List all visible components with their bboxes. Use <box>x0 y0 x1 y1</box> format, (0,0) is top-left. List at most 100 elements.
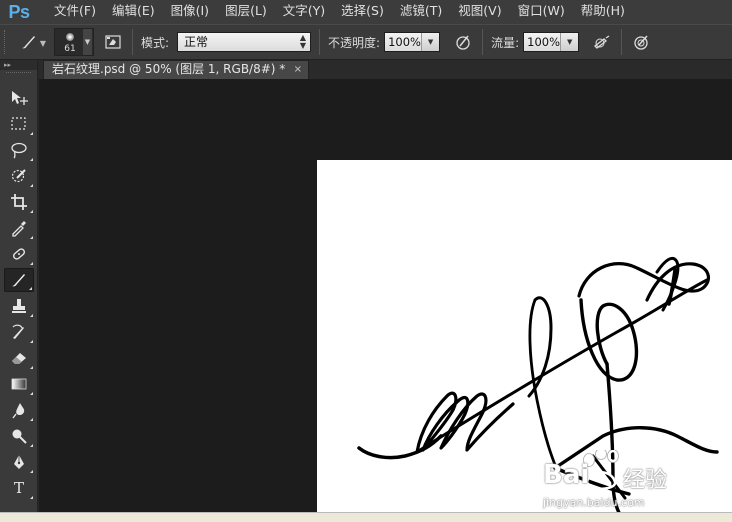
chevron-down-icon[interactable]: ▼ <box>560 33 579 51</box>
lasso-tool[interactable] <box>4 138 34 162</box>
menu-edit[interactable]: 编辑(E) <box>104 0 163 24</box>
opacity-label: 不透明度: <box>328 35 381 50</box>
submenu-indicator <box>30 132 33 135</box>
watermark-brand: Bai <box>543 460 590 490</box>
marquee-tool[interactable] <box>4 112 34 136</box>
chevron-down-icon[interactable]: ▼ <box>421 33 440 51</box>
menu-items: 文件(F) 编辑(E) 图像(I) 图层(L) 文字(Y) 选择(S) 滤镜(T… <box>46 0 633 24</box>
menu-filter[interactable]: 滤镜(T) <box>392 0 450 24</box>
airbrush-button[interactable] <box>591 31 613 53</box>
separator <box>482 29 484 55</box>
menu-help[interactable]: 帮助(H) <box>573 0 633 24</box>
blend-mode-value: 正常 <box>184 35 209 49</box>
brush-tip-icon <box>66 33 74 41</box>
gradient-icon <box>11 378 27 390</box>
tools-panel: ▸▸ T <box>0 60 38 512</box>
brush-panel-icon <box>105 35 121 49</box>
submenu-indicator <box>30 496 33 499</box>
pen-icon <box>14 455 24 469</box>
close-icon[interactable]: × <box>294 61 302 78</box>
submenu-indicator <box>30 444 33 447</box>
pressure-opacity-button[interactable] <box>452 31 474 53</box>
tool-preset-picker[interactable]: ▼ <box>12 29 46 55</box>
crop-tool[interactable] <box>4 190 34 214</box>
collapse-arrows-icon[interactable]: ▸▸ <box>0 60 37 70</box>
menu-bar: Ps 文件(F) 编辑(E) 图像(I) 图层(L) 文字(Y) 选择(S) 滤… <box>0 0 732 24</box>
menu-select[interactable]: 选择(S) <box>333 0 392 24</box>
blend-mode-select[interactable]: 正常 ▲ ▼ <box>177 32 312 52</box>
pressure-size-icon <box>634 35 648 50</box>
submenu-indicator <box>30 418 33 421</box>
submenu-indicator <box>30 314 33 317</box>
submenu-indicator <box>30 366 33 369</box>
gradient-tool[interactable] <box>4 372 34 396</box>
quick-selection-tool[interactable] <box>4 164 34 188</box>
separator <box>621 29 623 55</box>
bandage-icon <box>13 248 25 260</box>
brush-panel-toggle-button[interactable] <box>102 31 124 53</box>
chevron-down-icon: ▼ <box>83 29 92 55</box>
pen-tool[interactable] <box>4 450 34 474</box>
document-canvas[interactable]: Bai 经验 jingyan.baidu.com <box>317 160 732 512</box>
watermark-brand-suffix: 经验 <box>623 468 668 493</box>
menu-image[interactable]: 图像(I) <box>163 0 217 24</box>
history-brush-icon <box>12 324 24 339</box>
separator <box>319 29 321 55</box>
options-bar-grip[interactable] <box>4 30 12 54</box>
menu-type[interactable]: 文字(Y) <box>275 0 333 24</box>
tools-panel-grip[interactable] <box>6 72 31 78</box>
document-tab-bar: 岩石纹理.psd @ 50% (图层 1, RGB/8#) * × <box>39 60 732 79</box>
menu-layer[interactable]: 图层(L) <box>217 0 275 24</box>
lasso-icon <box>11 142 27 159</box>
quick-selection-icon <box>11 169 26 183</box>
eyedropper-icon <box>12 221 26 237</box>
brush-icon <box>12 274 25 287</box>
options-bar: ▼ 61 ▼ 模式: 正常 ▲ ▼ 不透明度: 100% ▼ 流量: 100% ▼ <box>0 24 732 60</box>
menu-window[interactable]: 窗口(W) <box>510 0 573 24</box>
flow-label: 流量: <box>491 35 520 50</box>
document-title: 岩石纹理.psd @ 50% (图层 1, RGB/8#) * <box>52 62 286 76</box>
clone-stamp-tool[interactable] <box>4 294 34 318</box>
watermark-url: jingyan.baidu.com <box>543 496 645 509</box>
submenu-indicator <box>30 158 33 161</box>
brush-icon <box>22 36 35 49</box>
airbrush-icon <box>594 35 610 49</box>
eraser-tool[interactable] <box>4 346 34 370</box>
baidu-watermark: Bai 经验 jingyan.baidu.com <box>537 450 732 512</box>
brush-tool[interactable] <box>4 268 34 292</box>
flow-field[interactable]: 100% ▼ <box>523 32 580 52</box>
blur-tool[interactable] <box>4 398 34 422</box>
opacity-field[interactable]: 100% ▼ <box>384 32 441 52</box>
healing-brush-tool[interactable] <box>4 242 34 266</box>
marquee-icon <box>11 117 26 130</box>
separator <box>132 29 133 55</box>
crop-icon <box>11 194 27 210</box>
water-drop-icon <box>12 403 25 419</box>
type-tool[interactable]: T <box>4 476 34 500</box>
brush-size-picker[interactable]: 61 ▼ <box>54 28 94 56</box>
move-tool[interactable] <box>4 86 34 110</box>
submenu-indicator <box>30 210 33 213</box>
menu-view[interactable]: 视图(V) <box>450 0 509 24</box>
taskbar-strip <box>0 512 732 522</box>
stamp-icon <box>12 299 26 313</box>
submenu-indicator <box>30 262 33 265</box>
submenu-indicator <box>30 184 33 187</box>
dodge-icon <box>12 429 27 444</box>
history-brush-tool[interactable] <box>4 320 34 344</box>
move-icon <box>12 91 28 105</box>
submenu-indicator <box>30 470 33 473</box>
flow-value: 100% <box>527 35 561 49</box>
chevron-down-icon: ▼ <box>39 39 46 48</box>
dodge-tool[interactable] <box>4 424 34 448</box>
document-tab[interactable]: 岩石纹理.psd @ 50% (图层 1, RGB/8#) * × <box>43 60 309 79</box>
opacity-value: 100% <box>388 35 421 49</box>
menu-file[interactable]: 文件(F) <box>46 0 104 24</box>
submenu-indicator <box>30 392 33 395</box>
submenu-indicator <box>30 340 33 343</box>
eyedropper-tool[interactable] <box>4 216 34 240</box>
pressure-opacity-icon <box>456 35 470 50</box>
canvas-area[interactable]: Bai 经验 jingyan.baidu.com <box>39 79 732 512</box>
pressure-size-button[interactable] <box>630 31 652 53</box>
submenu-indicator <box>30 236 33 239</box>
